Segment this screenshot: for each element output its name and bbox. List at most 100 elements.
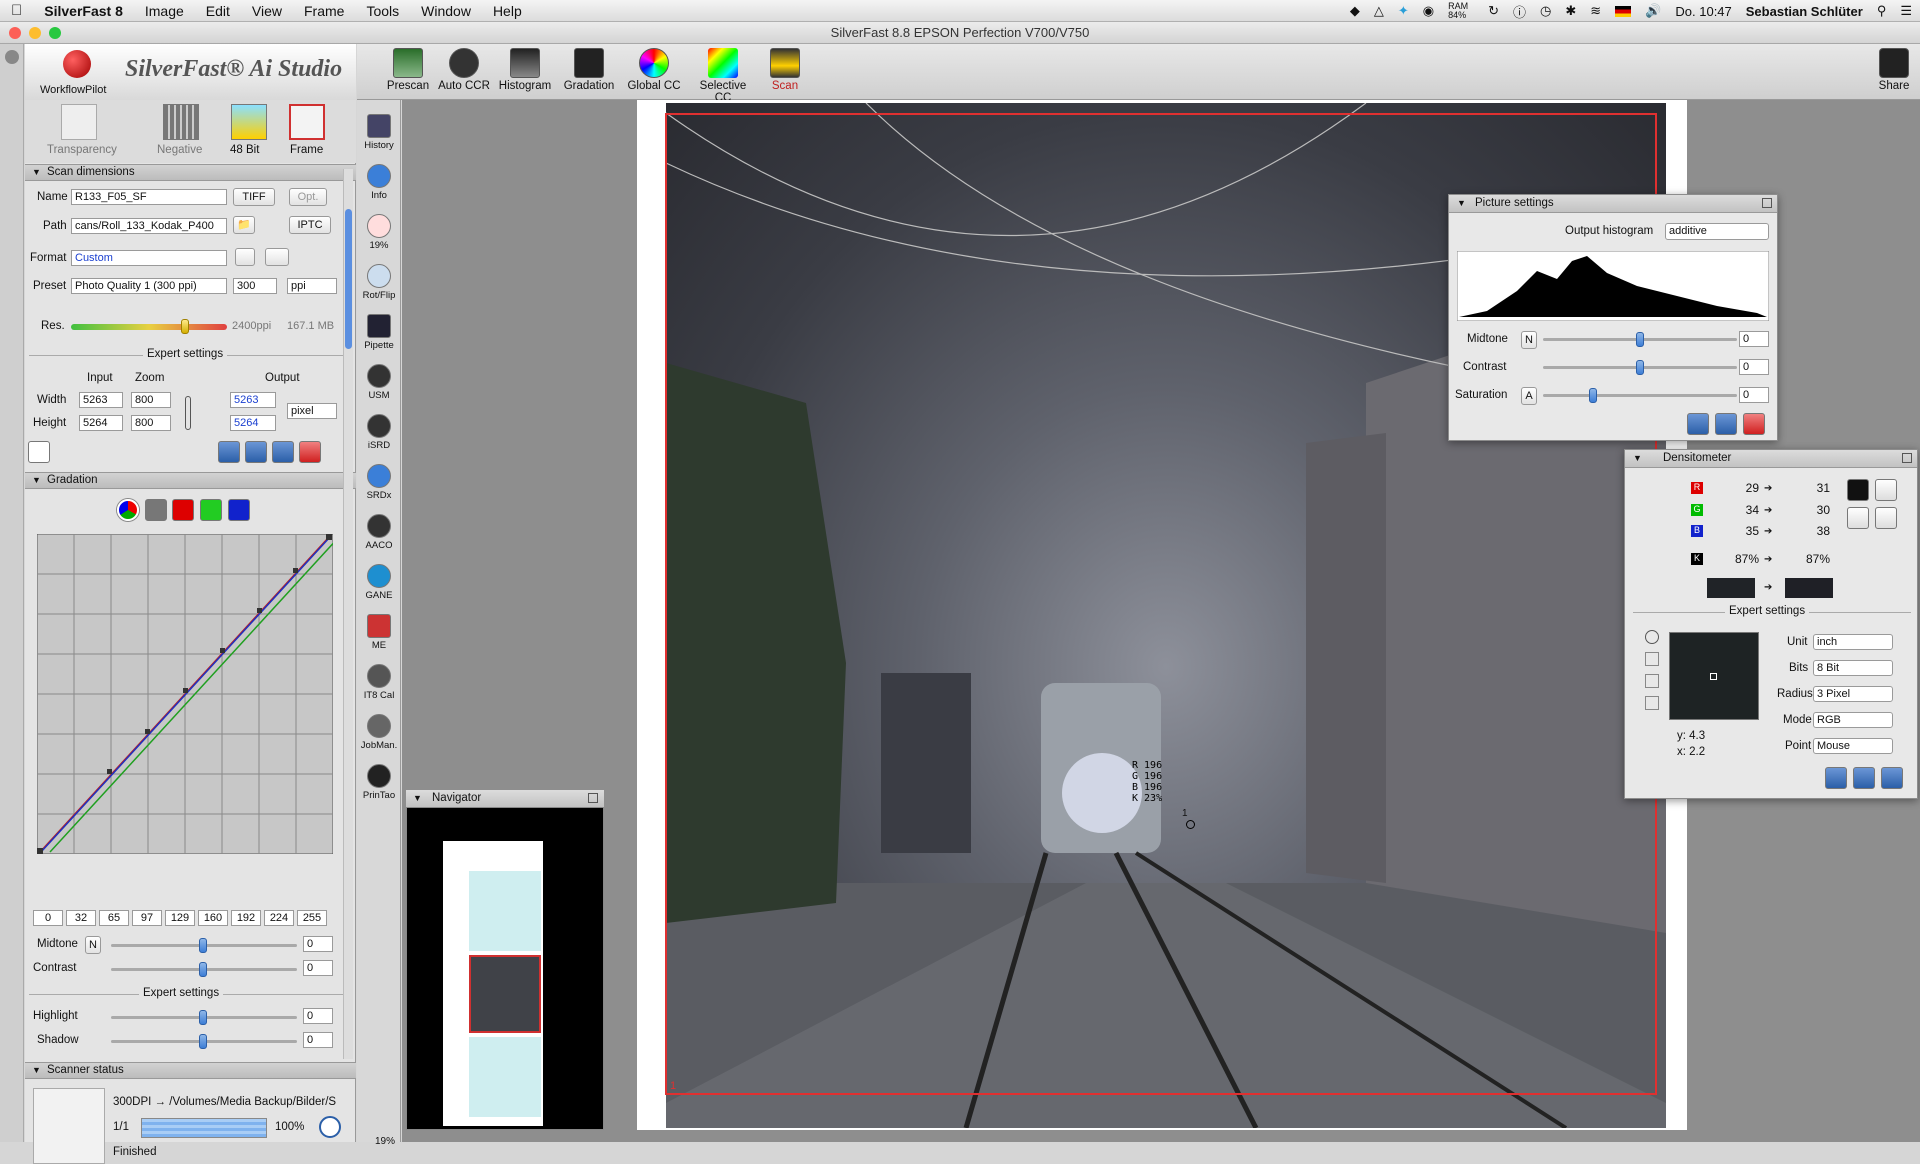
jobman-tool[interactable]: JobMan. xyxy=(357,714,401,751)
midtone-value[interactable]: 0 xyxy=(303,936,333,952)
flag-icon[interactable] xyxy=(1615,5,1632,17)
pipette-in-icon[interactable] xyxy=(1847,507,1869,529)
menu-image[interactable]: Image xyxy=(134,3,195,19)
selective-cc-button[interactable]: Selective CC xyxy=(691,48,755,104)
name-input[interactable]: R133_F05_SF xyxy=(71,189,227,205)
width-zoom[interactable]: 800 xyxy=(131,392,171,408)
expert-settings-label[interactable]: Expert settings xyxy=(143,348,228,360)
ps-magnify-icon[interactable] xyxy=(1715,413,1737,435)
format-select[interactable]: Custom xyxy=(71,250,227,266)
navigator-header[interactable]: ▼ Navigator xyxy=(406,790,604,808)
histogram-button[interactable]: Histogram xyxy=(493,48,557,92)
srdx-tool[interactable]: SRDx xyxy=(357,464,401,501)
portrait-icon[interactable] xyxy=(235,248,255,266)
preset-select[interactable]: Photo Quality 1 (300 ppi) xyxy=(71,278,227,294)
apple-menu-icon[interactable]:  xyxy=(0,2,33,19)
ppi-unit-select[interactable]: ppi xyxy=(287,278,337,294)
width-input[interactable]: 5263 xyxy=(79,392,123,408)
landscape-icon[interactable] xyxy=(265,248,289,266)
square-small-icon[interactable] xyxy=(1875,479,1897,501)
gradation-header[interactable]: ▼ Gradation xyxy=(25,472,356,489)
scan-dimensions-header[interactable]: ▼ Scan dimensions xyxy=(25,164,356,181)
output-histogram-select[interactable]: additive xyxy=(1665,223,1769,240)
ps-midtone-value[interactable]: 0 xyxy=(1739,331,1769,347)
magnify-icon[interactable] xyxy=(272,441,294,463)
tick-65[interactable]: 65 xyxy=(99,910,129,926)
ps-saturation-value[interactable]: 0 xyxy=(1739,387,1769,403)
printao-tool[interactable]: PrinTao xyxy=(357,764,401,801)
menu-edit[interactable]: Edit xyxy=(195,3,241,19)
tick-160[interactable]: 160 xyxy=(198,910,228,926)
square-tool-icon[interactable] xyxy=(1645,652,1659,666)
tick-224[interactable]: 224 xyxy=(264,910,294,926)
list-icon[interactable]: ☰ xyxy=(1900,3,1912,19)
zoom-icon[interactable] xyxy=(49,27,61,39)
save-icon[interactable] xyxy=(28,441,50,463)
isrd-tool[interactable]: iSRD xyxy=(357,414,401,451)
frame-icon[interactable] xyxy=(289,104,325,140)
rgb-channel-icon[interactable] xyxy=(117,499,139,521)
eye-tool-icon[interactable] xyxy=(1645,674,1659,688)
volume-icon[interactable]: 🔊 xyxy=(1645,3,1661,19)
ram-indicator[interactable]: RAM 84% xyxy=(1448,2,1474,20)
menu-app[interactable]: SilverFast 8 xyxy=(33,3,134,19)
densito-expert-label[interactable]: Expert settings xyxy=(1725,605,1810,617)
global-cc-button[interactable]: Global CC xyxy=(622,48,686,92)
shadow-slider[interactable] xyxy=(111,1034,297,1049)
scanner-status-header[interactable]: ▼ Scanner status xyxy=(25,1062,356,1079)
gradation-curve[interactable] xyxy=(37,534,333,854)
menu-frame[interactable]: Frame xyxy=(293,3,355,19)
menu-tools[interactable]: Tools xyxy=(355,3,410,19)
twitter-icon[interactable]: ✦ xyxy=(1398,3,1409,19)
navigator-close-icon[interactable] xyxy=(588,793,598,803)
navigator-panel[interactable] xyxy=(406,790,604,1130)
menu-help[interactable]: Help xyxy=(482,3,533,19)
green-channel-button[interactable] xyxy=(200,499,222,521)
history-tool[interactable]: History xyxy=(357,114,401,151)
densito-point-select[interactable]: Mouse xyxy=(1813,738,1893,754)
height-output[interactable]: 5264 xyxy=(230,415,276,431)
me-tool[interactable]: ME xyxy=(357,614,401,651)
width-output[interactable]: 5263 xyxy=(230,392,276,408)
densito-bits-select[interactable]: 8 Bit xyxy=(1813,660,1893,676)
densito-radius-select[interactable]: 3 Pixel xyxy=(1813,686,1893,702)
document-icon[interactable] xyxy=(319,1116,341,1138)
usm-tool[interactable]: USM xyxy=(357,364,401,401)
options-button[interactable]: Opt. xyxy=(289,188,327,206)
densito-mode-select[interactable]: RGB xyxy=(1813,712,1893,728)
clock-icon[interactable]: ◷ xyxy=(1540,3,1551,19)
user-name[interactable]: Sebastian Schlüter xyxy=(1746,4,1863,19)
help-icon[interactable] xyxy=(218,441,240,463)
height-zoom[interactable]: 800 xyxy=(131,415,171,431)
dropbox-icon[interactable]: ◆ xyxy=(1350,3,1360,19)
negative-icon[interactable] xyxy=(163,104,199,140)
reset-icon[interactable] xyxy=(299,441,321,463)
transparency-icon[interactable] xyxy=(61,104,97,140)
path-input[interactable]: cans/Roll_133_Kodak_P400 xyxy=(71,218,227,234)
rotflip-tool[interactable]: Rot/Flip xyxy=(357,264,401,301)
scan-button[interactable]: Scan xyxy=(753,48,817,92)
densito-unit-select[interactable]: inch xyxy=(1813,634,1893,650)
wifi-icon[interactable]: ≋ xyxy=(1590,3,1601,19)
ps-contrast-value[interactable]: 0 xyxy=(1739,359,1769,375)
tick-129[interactable]: 129 xyxy=(165,910,195,926)
prescan-button[interactable]: Prescan xyxy=(376,48,440,92)
drive-icon[interactable]: △ xyxy=(1374,3,1384,19)
red-channel-button[interactable] xyxy=(172,499,194,521)
left-scrollbar[interactable] xyxy=(343,169,353,1059)
tick-192[interactable]: 192 xyxy=(231,910,261,926)
workflowpilot-icon[interactable] xyxy=(63,50,91,78)
contrast-value[interactable]: 0 xyxy=(303,960,333,976)
ps-reset-icon[interactable] xyxy=(1743,413,1765,435)
midtone-mode[interactable]: N xyxy=(85,936,101,954)
zoom-tool[interactable]: 19% xyxy=(357,214,401,251)
densito-help-icon[interactable] xyxy=(1825,767,1847,789)
navigator-frame-1[interactable] xyxy=(469,871,541,951)
square-large-icon[interactable] xyxy=(1847,479,1869,501)
highlight-value[interactable]: 0 xyxy=(303,1008,333,1024)
info-tool[interactable]: Info xyxy=(357,164,401,201)
blue-channel-button[interactable] xyxy=(228,499,250,521)
ps-saturation-mode[interactable]: A xyxy=(1521,387,1537,405)
gane-tool[interactable]: GANE xyxy=(357,564,401,601)
densito-magnify-icon[interactable] xyxy=(1881,767,1903,789)
